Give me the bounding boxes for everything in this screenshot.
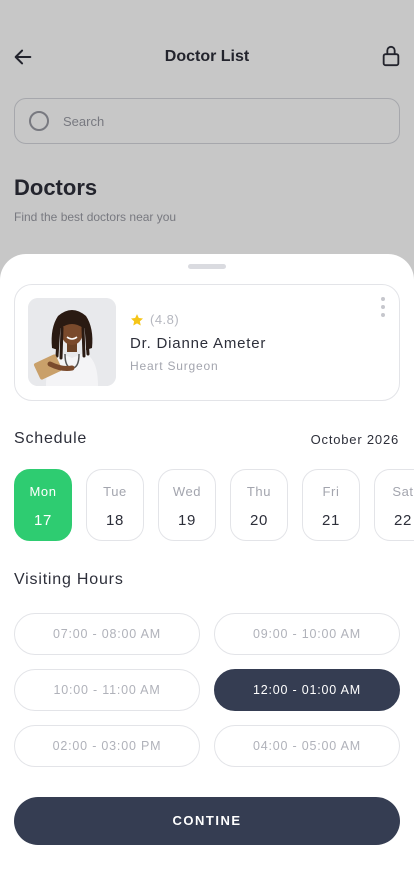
day-number: 22 <box>394 512 412 529</box>
day-number: 17 <box>34 512 52 529</box>
time-slot[interactable]: 10:00 - 11:00 AM <box>14 669 200 711</box>
day-name: Fri <box>322 484 340 499</box>
continue-button[interactable]: CONTINE <box>14 797 400 845</box>
day-number: 18 <box>106 512 124 529</box>
day-number: 20 <box>250 512 268 529</box>
screen: Doctor List Search Doctors Find the best… <box>0 0 414 896</box>
day-name: Tue <box>103 484 127 499</box>
day-chip-sat[interactable]: Sat 22 <box>374 469 414 541</box>
rating-value: (4.8) <box>150 312 180 327</box>
day-name: Mon <box>29 484 57 499</box>
day-name: Sat <box>392 484 414 499</box>
time-slot[interactable]: 02:00 - 03:00 PM <box>14 725 200 767</box>
schedule-title: Schedule <box>14 430 88 447</box>
star-icon <box>130 313 144 325</box>
doctor-rating: (4.8) <box>130 312 179 327</box>
visiting-hours-title: Visiting Hours <box>14 571 124 588</box>
booking-sheet: (4.8) Dr. Dianne Ameter Heart Surgeon Sc… <box>0 254 414 896</box>
doctor-specialty: Heart Surgeon <box>130 359 219 373</box>
schedule-month[interactable]: October 2026 <box>311 432 399 447</box>
day-chip-thu[interactable]: Thu 20 <box>230 469 288 541</box>
day-chip-mon[interactable]: Mon 17 <box>14 469 72 541</box>
day-selector: Mon 17 Tue 18 Wed 19 Thu 20 Fri 21 Sat 2… <box>14 469 414 541</box>
doctor-name: Dr. Dianne Ameter <box>130 335 267 352</box>
day-number: 21 <box>322 512 340 529</box>
time-slot-selected[interactable]: 12:00 - 01:00 AM <box>214 669 400 711</box>
day-chip-wed[interactable]: Wed 19 <box>158 469 216 541</box>
sheet-drag-handle[interactable] <box>188 264 226 269</box>
doctor-avatar <box>28 298 116 386</box>
day-name: Wed <box>172 484 202 499</box>
day-chip-fri[interactable]: Fri 21 <box>302 469 360 541</box>
time-slot[interactable]: 04:00 - 05:00 AM <box>214 725 400 767</box>
doctor-card[interactable]: (4.8) Dr. Dianne Ameter Heart Surgeon <box>14 284 400 401</box>
more-options-icon[interactable] <box>379 297 387 317</box>
day-chip-tue[interactable]: Tue 18 <box>86 469 144 541</box>
day-name: Thu <box>246 484 272 499</box>
time-slot[interactable]: 07:00 - 08:00 AM <box>14 613 200 655</box>
time-slot[interactable]: 09:00 - 10:00 AM <box>214 613 400 655</box>
day-number: 19 <box>178 512 196 529</box>
